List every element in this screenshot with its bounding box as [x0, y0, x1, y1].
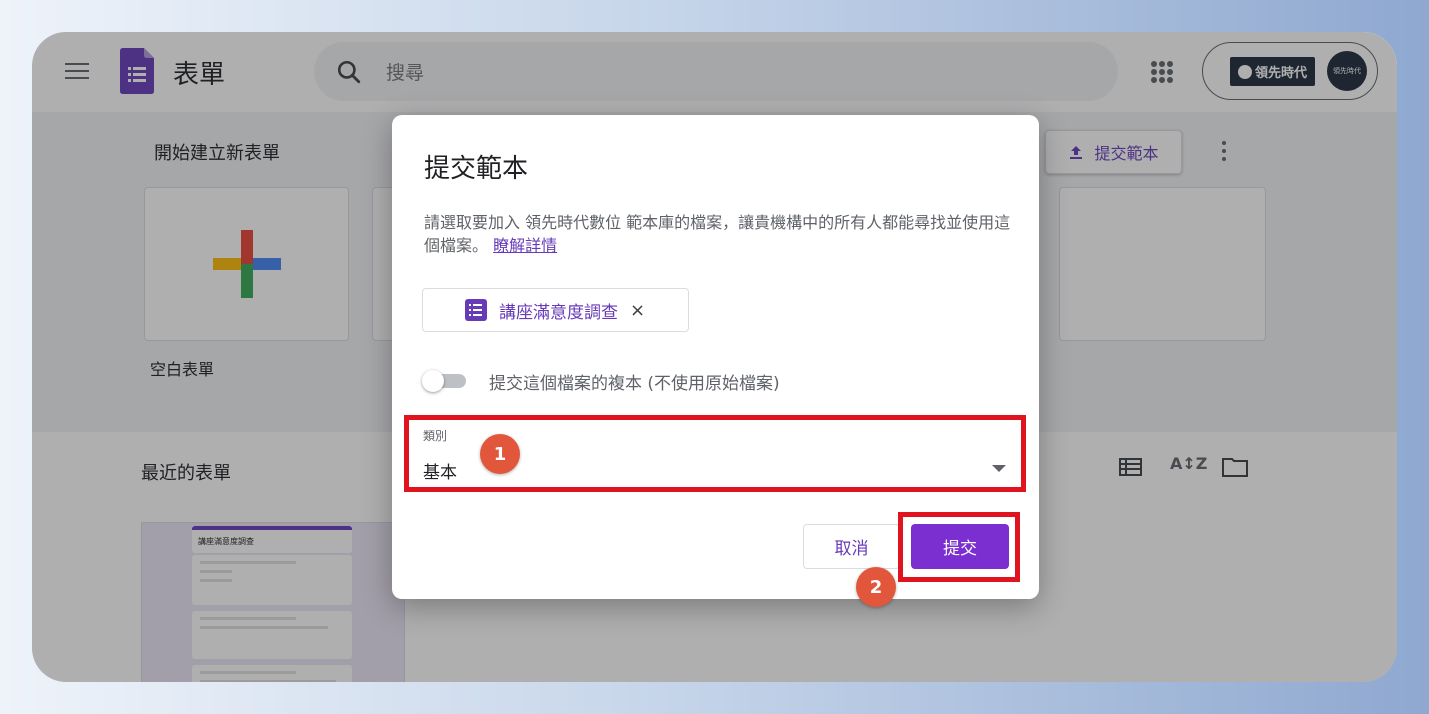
close-icon[interactable]: × [630, 300, 645, 321]
copy-toggle-label: 提交這個檔案的複本 (不使用原始檔案) [489, 374, 780, 394]
dialog-title: 提交範本 [424, 154, 529, 184]
file-chip-label: 講座滿意度調查 [499, 302, 618, 323]
copy-toggle[interactable] [422, 369, 468, 393]
learn-more-link[interactable]: 瞭解詳情 [493, 236, 557, 255]
forms-file-icon [465, 299, 487, 321]
step-badge-1: 1 [480, 434, 520, 474]
annotation-highlight-submit [898, 512, 1020, 582]
selected-file-chip[interactable]: 講座滿意度調查 × [422, 288, 689, 332]
step-badge-2: 2 [856, 567, 896, 607]
dialog-description: 請選取要加入 領先時代數位 範本庫的檔案，讓貴機構中的所有人都能尋找並使用這個檔… [424, 211, 1014, 257]
toggle-knob [422, 370, 444, 392]
cancel-button[interactable]: 取消 [803, 524, 900, 569]
